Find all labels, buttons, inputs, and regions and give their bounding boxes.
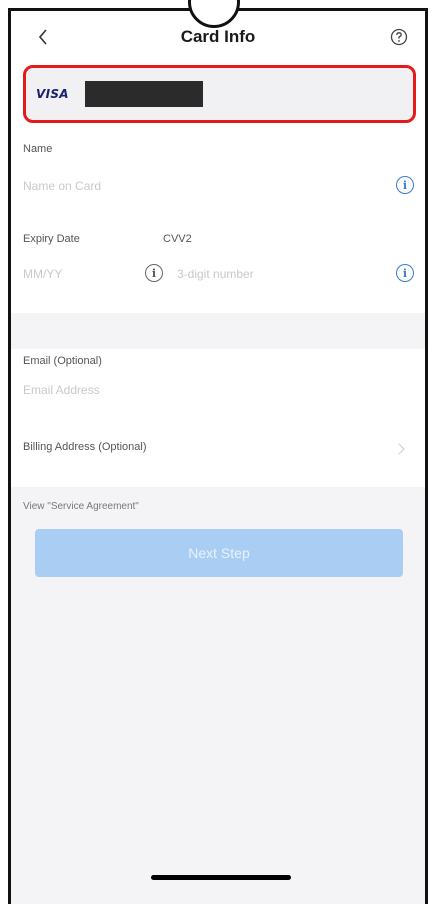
- name-info-icon[interactable]: i: [396, 176, 414, 194]
- name-label: Name: [23, 143, 53, 155]
- phone-frame: Card Info VISA Name Name on Card i Expir…: [8, 8, 428, 904]
- name-input[interactable]: Name on Card: [23, 179, 101, 193]
- next-step-button[interactable]: Next Step: [35, 529, 403, 577]
- chevron-right-icon: [393, 443, 405, 455]
- cvv2-label: CVV2: [163, 233, 192, 245]
- cvv2-info-icon[interactable]: i: [396, 264, 414, 282]
- expiry-date-input[interactable]: MM/YY: [23, 267, 62, 281]
- billing-address-row[interactable]: Billing Address (Optional): [11, 425, 425, 473]
- billing-address-label: Billing Address (Optional): [23, 441, 147, 453]
- expiry-date-label: Expiry Date: [23, 233, 80, 245]
- home-indicator: [151, 875, 291, 880]
- page-title: Card Info: [180, 27, 256, 46]
- cvv2-input[interactable]: 3-digit number: [177, 267, 254, 281]
- service-agreement-link[interactable]: View "Service Agreement": [23, 501, 139, 512]
- chevron-left-icon: [38, 29, 47, 45]
- selected-card-row[interactable]: VISA: [23, 65, 416, 123]
- visa-logo-icon: VISA: [36, 87, 69, 101]
- help-button[interactable]: [387, 25, 411, 49]
- expiry-info-icon[interactable]: i: [145, 264, 163, 282]
- masked-card-number: [84, 81, 203, 107]
- question-circle-icon: [390, 28, 408, 46]
- back-button[interactable]: [31, 25, 55, 49]
- email-input[interactable]: Email Address: [23, 383, 100, 397]
- email-label: Email (Optional): [23, 355, 102, 367]
- section-divider: [11, 313, 425, 349]
